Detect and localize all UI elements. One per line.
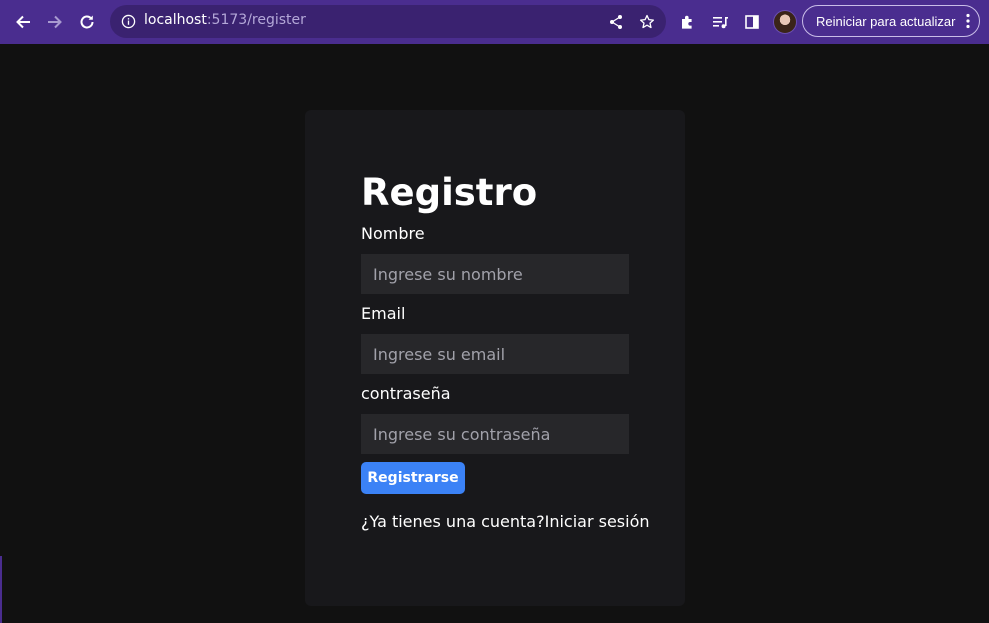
url-path: :5173/register: [206, 12, 306, 28]
puzzle-icon: [682, 15, 692, 29]
password-label: contraseña: [361, 384, 451, 403]
email-label: Email: [361, 304, 406, 323]
reload-icon: [80, 15, 94, 29]
extensions-button[interactable]: [675, 9, 701, 35]
share-button[interactable]: [606, 12, 626, 32]
media-queue-icon: [713, 17, 728, 29]
browser-toolbar: localhost:5173/register Reiniciar para a…: [0, 0, 989, 44]
login-prompt-text: ¿Ya tienes una cuenta?: [361, 512, 545, 531]
profile-avatar[interactable]: [773, 10, 797, 34]
name-input[interactable]: [361, 254, 629, 294]
password-input[interactable]: [361, 414, 629, 454]
info-circle-icon[interactable]: [120, 13, 136, 29]
bookmark-button[interactable]: [637, 12, 657, 32]
login-link[interactable]: Iniciar sesión: [545, 512, 650, 531]
forward-button[interactable]: [42, 9, 68, 35]
arrow-left-icon: [16, 15, 30, 29]
window-edge: [0, 556, 2, 623]
update-button[interactable]: Reiniciar para actualizar: [802, 5, 980, 37]
email-input[interactable]: [361, 334, 629, 374]
side-panel-icon: [745, 15, 759, 29]
page-title: Registro: [361, 171, 538, 214]
reload-button[interactable]: [74, 9, 100, 35]
register-button[interactable]: Registrarse: [361, 462, 465, 494]
side-panel-button[interactable]: [739, 9, 765, 35]
kebab-menu-icon: [966, 13, 970, 29]
register-card: Registro Nombre Email contraseña Registr…: [305, 110, 685, 606]
url-host: localhost: [144, 12, 207, 28]
address-bar[interactable]: localhost:5173/register: [110, 5, 666, 38]
arrow-right-icon: [48, 15, 62, 29]
star-icon: [639, 14, 655, 29]
url-text: localhost:5173/register: [144, 12, 306, 28]
back-button[interactable]: [10, 9, 36, 35]
update-button-label: Reiniciar para actualizar: [816, 13, 956, 29]
login-prompt-line: ¿Ya tienes una cuenta?Iniciar sesión: [361, 512, 650, 532]
name-label: Nombre: [361, 224, 425, 243]
media-button[interactable]: [707, 9, 733, 35]
share-icon: [610, 15, 622, 29]
